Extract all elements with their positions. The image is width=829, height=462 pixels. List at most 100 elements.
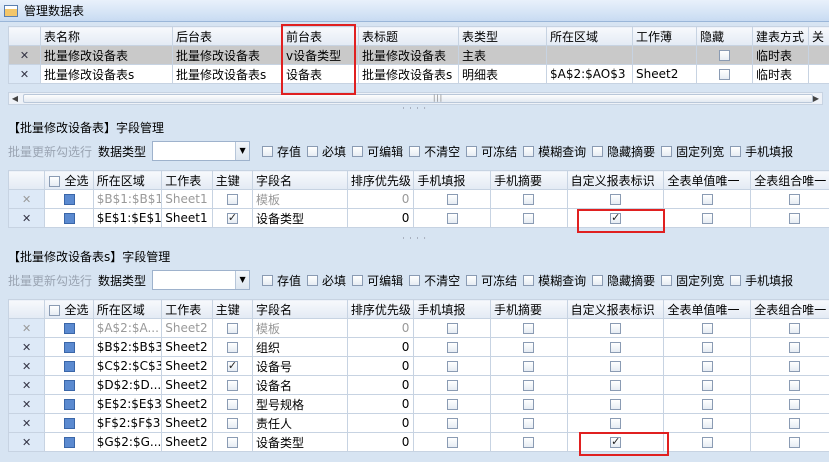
column-header[interactable]: 所在区域 bbox=[92, 170, 163, 190]
mobile-fill-checkbox[interactable] bbox=[446, 213, 458, 224]
cell-sheet[interactable]: Sheet1 bbox=[161, 189, 213, 209]
unique-combo-checkbox[interactable] bbox=[788, 323, 800, 334]
checkbox-box[interactable] bbox=[409, 274, 421, 286]
custom-report-checkbox[interactable] bbox=[610, 194, 622, 205]
table-row[interactable]: ✕ $B$2:$B$3 Sheet2 组织 0 bbox=[7, 337, 829, 357]
column-header[interactable]: 关 bbox=[808, 26, 829, 46]
mobile-summary-checkbox[interactable] bbox=[523, 342, 535, 353]
mobile-fill-checkbox[interactable] bbox=[446, 342, 458, 353]
column-header[interactable]: 工作薄 bbox=[632, 26, 697, 46]
option-checkbox[interactable]: 可编辑 bbox=[352, 143, 403, 160]
row-select-checkbox[interactable] bbox=[63, 342, 75, 353]
table-row[interactable]: ✕ $D$2:$D... Sheet2 设备名 0 bbox=[7, 375, 829, 395]
mobile-summary-checkbox[interactable] bbox=[523, 437, 535, 448]
column-header[interactable]: 主键 bbox=[211, 170, 254, 190]
cell-type[interactable]: 明细表 bbox=[458, 64, 547, 84]
cell-unique-combo[interactable] bbox=[750, 394, 829, 414]
row-select-cell[interactable] bbox=[44, 318, 94, 338]
cell-sheet[interactable]: Sheet2 bbox=[161, 337, 213, 357]
primary-key-checkbox[interactable] bbox=[226, 437, 238, 448]
cell-primary-key[interactable] bbox=[211, 413, 254, 433]
cell-unique-combo[interactable] bbox=[750, 337, 829, 357]
row-select-checkbox[interactable] bbox=[63, 323, 75, 334]
cell-custom-report-flag[interactable] bbox=[566, 394, 665, 414]
cell-priority[interactable]: 0 bbox=[346, 375, 415, 395]
cell-priority[interactable]: 0 bbox=[346, 337, 415, 357]
row-select-cell[interactable] bbox=[44, 394, 94, 414]
option-checkbox[interactable]: 模糊查询 bbox=[523, 143, 586, 160]
cell-unique-combo[interactable] bbox=[750, 432, 829, 452]
custom-report-checkbox[interactable] bbox=[610, 418, 622, 429]
cell-frontend[interactable]: 设备表 bbox=[282, 64, 359, 84]
checkbox-box[interactable] bbox=[523, 274, 535, 286]
mobile-summary-checkbox[interactable] bbox=[523, 323, 535, 334]
cell-unique-combo[interactable] bbox=[750, 413, 829, 433]
mobile-summary-checkbox[interactable] bbox=[523, 194, 535, 205]
delete-row-button[interactable]: ✕ bbox=[7, 432, 46, 452]
cell-extra[interactable] bbox=[808, 45, 829, 65]
cell-mobile-fill[interactable] bbox=[413, 208, 492, 228]
column-header[interactable]: 全表单值唯一 bbox=[663, 299, 752, 319]
checkbox-box[interactable] bbox=[466, 145, 478, 157]
cell-unique-combo[interactable] bbox=[750, 208, 829, 228]
cell-field-name[interactable]: 型号规格 bbox=[252, 394, 348, 414]
column-header[interactable]: 所在区域 bbox=[546, 26, 633, 46]
row-select-cell[interactable] bbox=[44, 208, 94, 228]
table-row[interactable]: ✕ $F$2:$F$3 Sheet2 责任人 0 bbox=[7, 413, 829, 433]
mobile-fill-checkbox[interactable] bbox=[446, 418, 458, 429]
delete-row-button[interactable]: ✕ bbox=[7, 356, 46, 376]
scroll-left-icon[interactable]: ◀ bbox=[9, 93, 21, 104]
checkbox-box[interactable] bbox=[466, 274, 478, 286]
table-row[interactable]: ✕ 批量修改设备表 批量修改设备表 v设备类型 批量修改设备表 主表 临时表 bbox=[8, 45, 829, 65]
unique-combo-checkbox[interactable] bbox=[788, 213, 800, 224]
cell-unique-single[interactable] bbox=[663, 208, 752, 228]
unique-single-checkbox[interactable] bbox=[701, 342, 713, 353]
cell-type[interactable]: 主表 bbox=[458, 45, 547, 65]
checkbox-box[interactable] bbox=[352, 274, 364, 286]
cell-primary-key[interactable] bbox=[211, 394, 254, 414]
unique-single-checkbox[interactable] bbox=[701, 418, 713, 429]
cell-unique-single[interactable] bbox=[663, 189, 752, 209]
column-header[interactable]: 全表组合唯一 bbox=[750, 170, 829, 190]
column-header[interactable]: 手机填报 bbox=[413, 299, 492, 319]
cell-area[interactable]: $G$2:$G... bbox=[92, 432, 163, 452]
checkbox-box[interactable] bbox=[523, 145, 535, 157]
cell-priority[interactable]: 0 bbox=[346, 208, 415, 228]
table-row[interactable]: ✕ $C$2:$C$3Sheet2 设备号0 bbox=[7, 356, 829, 376]
cell-sheet[interactable]: Sheet2 bbox=[161, 356, 213, 376]
column-header[interactable]: 字段名 bbox=[252, 170, 348, 190]
column-header[interactable]: 前台表 bbox=[282, 26, 359, 46]
splitter-1[interactable]: · · · · bbox=[0, 105, 829, 114]
checkbox-box[interactable] bbox=[307, 274, 319, 286]
delete-row-button[interactable]: ✕ bbox=[8, 45, 41, 65]
cell-unique-single[interactable] bbox=[663, 375, 752, 395]
cell-priority[interactable]: 0 bbox=[346, 356, 415, 376]
unique-combo-checkbox[interactable] bbox=[788, 399, 800, 410]
cell-area[interactable]: $B$2:$B$3 bbox=[92, 337, 163, 357]
column-header[interactable]: 主键 bbox=[211, 299, 254, 319]
unique-combo-checkbox[interactable] bbox=[788, 342, 800, 353]
cell-mobile-fill[interactable] bbox=[413, 413, 492, 433]
cell-unique-combo[interactable] bbox=[750, 189, 829, 209]
option-checkbox[interactable]: 隐藏摘要 bbox=[592, 272, 655, 289]
delete-row-button[interactable]: ✕ bbox=[7, 318, 46, 338]
cell-custom-report-flag[interactable] bbox=[566, 318, 665, 338]
option-checkbox[interactable]: 模糊查询 bbox=[523, 272, 586, 289]
cell-custom-report-flag[interactable] bbox=[566, 413, 665, 433]
mobile-fill-checkbox[interactable] bbox=[446, 399, 458, 410]
column-header[interactable]: 表标题 bbox=[358, 26, 459, 46]
checkbox-box[interactable] bbox=[307, 145, 319, 157]
scroll-thumb[interactable] bbox=[23, 94, 813, 103]
unique-combo-checkbox[interactable] bbox=[788, 418, 800, 429]
table-row[interactable]: ✕ $A$2:$A... Sheet2 模板 0 bbox=[7, 318, 829, 338]
select-all-header[interactable]: 全选 bbox=[44, 170, 94, 190]
mobile-summary-checkbox[interactable] bbox=[523, 361, 535, 372]
option-checkbox[interactable]: 存值 bbox=[262, 272, 301, 289]
unique-combo-checkbox[interactable] bbox=[788, 437, 800, 448]
option-checkbox[interactable]: 必填 bbox=[307, 143, 346, 160]
checkbox-box[interactable] bbox=[409, 145, 421, 157]
mobile-fill-checkbox[interactable] bbox=[446, 361, 458, 372]
cell-primary-key[interactable] bbox=[211, 189, 254, 209]
custom-report-checkbox[interactable] bbox=[610, 211, 622, 224]
cell-table-name[interactable]: 批量修改设备表s bbox=[40, 64, 173, 84]
